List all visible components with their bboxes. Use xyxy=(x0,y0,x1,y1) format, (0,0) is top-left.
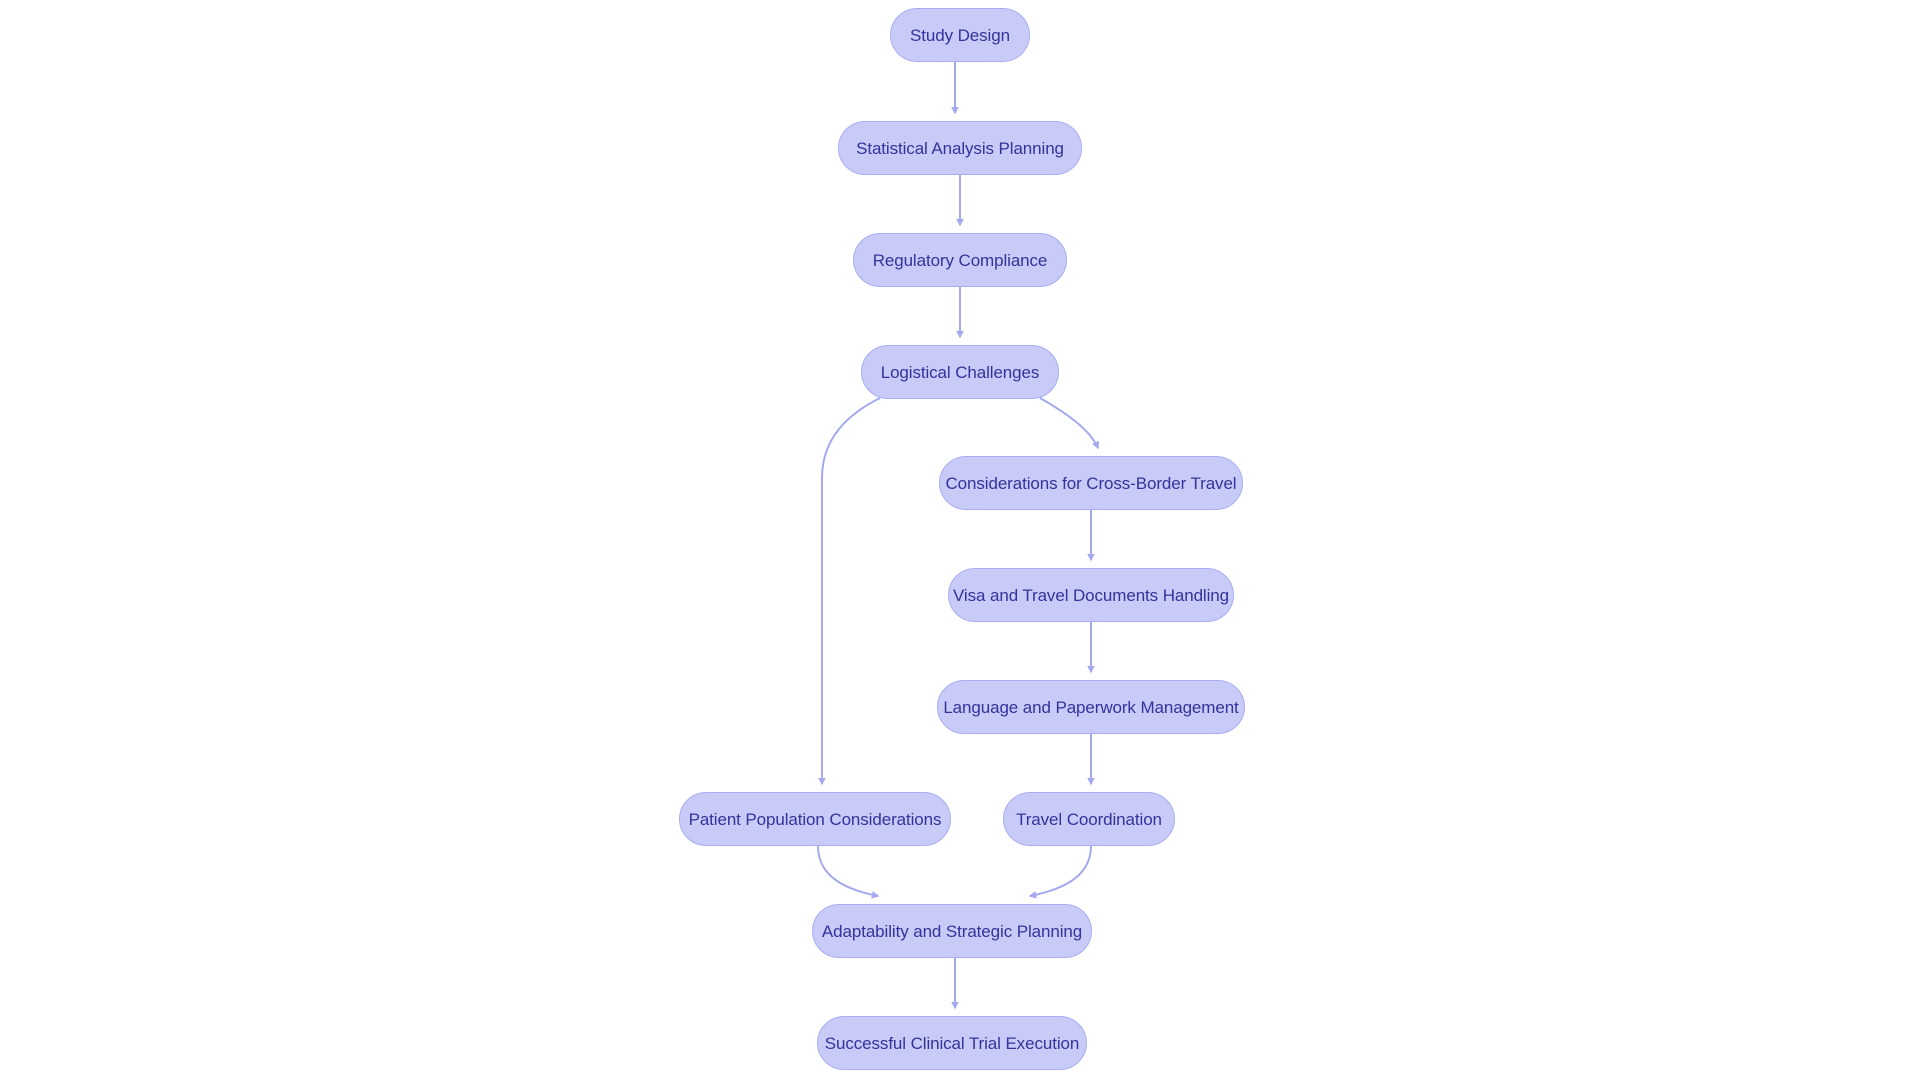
flowchart-node-label: Regulatory Compliance xyxy=(872,250,1048,270)
flowchart-node-regulatory-compliance[interactable]: Regulatory Compliance xyxy=(853,233,1067,287)
flowchart-node-label: Considerations for Cross-Border Travel xyxy=(945,473,1237,493)
flowchart-node-visa-travel-documents[interactable]: Visa and Travel Documents Handling xyxy=(948,568,1234,622)
flowchart-node-statistical-analysis[interactable]: Statistical Analysis Planning xyxy=(838,121,1082,175)
flowchart-node-label: Statistical Analysis Planning xyxy=(856,138,1064,158)
flowchart-node-cross-border-travel[interactable]: Considerations for Cross-Border Travel xyxy=(939,456,1243,510)
flowchart-node-label: Visa and Travel Documents Handling xyxy=(953,585,1229,605)
flowchart-node-label: Logistical Challenges xyxy=(880,362,1040,382)
flowchart-node-label: Language and Paperwork Management xyxy=(943,697,1239,717)
flowchart-node-label: Successful Clinical Trial Execution xyxy=(824,1033,1080,1053)
flowchart-node-label: Study Design xyxy=(910,25,1010,45)
flowchart-node-patient-population[interactable]: Patient Population Considerations xyxy=(679,792,951,846)
flowchart-node-label: Travel Coordination xyxy=(1016,809,1162,829)
flowchart-canvas: Study Design Statistical Analysis Plannin… xyxy=(0,0,1920,1080)
flowchart-node-logistical-challenges[interactable]: Logistical Challenges xyxy=(861,345,1059,399)
flowchart-node-language-paperwork[interactable]: Language and Paperwork Management xyxy=(937,680,1245,734)
flowchart-node-label: Patient Population Considerations xyxy=(688,809,942,829)
flowchart-node-layer: Study Design Statistical Analysis Plannin… xyxy=(0,0,1920,1080)
flowchart-node-label: Adaptability and Strategic Planning xyxy=(821,921,1083,941)
flowchart-node-travel-coordination[interactable]: Travel Coordination xyxy=(1003,792,1175,846)
flowchart-node-successful-execution[interactable]: Successful Clinical Trial Execution xyxy=(817,1016,1087,1070)
flowchart-node-adaptability-planning[interactable]: Adaptability and Strategic Planning xyxy=(812,904,1092,958)
flowchart-node-study-design[interactable]: Study Design xyxy=(890,8,1030,62)
